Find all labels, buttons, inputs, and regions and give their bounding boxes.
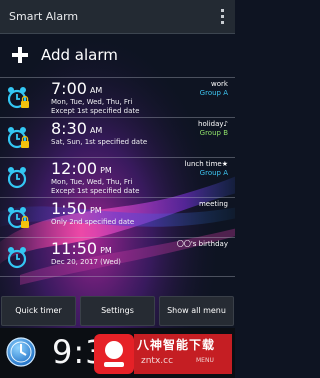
alarm-clock-icon [8, 247, 27, 269]
alarm-time: 11:50 [51, 239, 98, 258]
alarm-ampm: PM [100, 166, 112, 175]
alarm-exception: Except 1st specified date [51, 107, 140, 115]
action-bar: Quick timer Settings Show all menu [0, 294, 235, 328]
alarm-group: Group B [199, 129, 228, 137]
alarm-name: meeting [198, 200, 228, 208]
menu-label: MENU [196, 357, 214, 364]
alarm-time: 12:00 [51, 159, 98, 178]
alarm-days: Mon, Tue, Wed, Thu, Fri [51, 98, 133, 106]
alarm-days: Sat, Sun, 1st specified date [51, 138, 148, 146]
alarm-time: 7:00 [51, 79, 87, 98]
alarm-group: Group A [199, 89, 228, 97]
alarm-clock-icon [8, 167, 27, 189]
alarm-item[interactable]: 8:30 AM Sat, Sun, 1st specified date holi… [0, 117, 235, 157]
settings-button[interactable]: Settings [80, 296, 155, 326]
alarm-days: Only 2nd specified date [51, 218, 135, 226]
alarm-clock-locked-icon [8, 87, 29, 109]
alarm-item[interactable]: 7:00 AM Mon, Tue, Wed, Thu, Fri Except 1s… [0, 77, 235, 117]
alarm-time: 1:50 [51, 199, 87, 218]
alarm-item[interactable]: 12:00 PM Mon, Tue, Wed, Thu, Fri Except 1… [0, 157, 235, 197]
alarm-ampm: AM [89, 86, 103, 95]
alarm-ampm: PM [100, 246, 112, 255]
alarm-list: 7:00 AM Mon, Tue, Wed, Thu, Fri Except 1s… [0, 77, 235, 277]
alarm-clock-locked-icon [8, 127, 29, 149]
alarm-item[interactable]: 1:50 PM Only 2nd specified date meeting [0, 197, 235, 237]
footer: 9:3 八神智能下载 zntx.cc MENU [0, 328, 235, 378]
alarm-clock-locked-icon [8, 207, 29, 229]
add-alarm-label: Add alarm [41, 46, 118, 64]
quick-timer-button[interactable]: Quick timer [1, 296, 76, 326]
alarm-ampm: AM [89, 126, 103, 135]
app-bar: Smart Alarm [0, 0, 235, 34]
alarm-name: 〇〇's birthday [176, 240, 228, 248]
show-all-menu-button[interactable]: Show all menu [159, 296, 234, 326]
add-alarm-button[interactable]: Add alarm [0, 34, 235, 77]
watermark-text: 八神智能下载 [137, 338, 216, 352]
alarm-item[interactable]: 11:50 PM Dec 20, 2017 (Wed) 〇〇's birthday [0, 237, 235, 277]
alarm-exception: Except 1st specified date [51, 187, 140, 195]
alarm-days: Mon, Tue, Wed, Thu, Fri [51, 178, 133, 186]
alarm-name: holiday♪ [198, 120, 228, 128]
watermark-url: zntx.cc [141, 356, 174, 366]
timer-icon[interactable] [6, 337, 36, 367]
overflow-menu-icon[interactable] [215, 6, 229, 28]
alarm-days: Dec 20, 2017 (Wed) [51, 258, 121, 266]
plus-icon [12, 47, 28, 63]
alarm-name: lunch time★ [184, 160, 228, 168]
alarm-name: work [211, 80, 228, 88]
alarm-ampm: PM [89, 206, 102, 215]
alarm-time: 8:30 [51, 119, 87, 138]
app-title: Smart Alarm [9, 10, 79, 23]
alarm-group: Group A [199, 169, 228, 177]
